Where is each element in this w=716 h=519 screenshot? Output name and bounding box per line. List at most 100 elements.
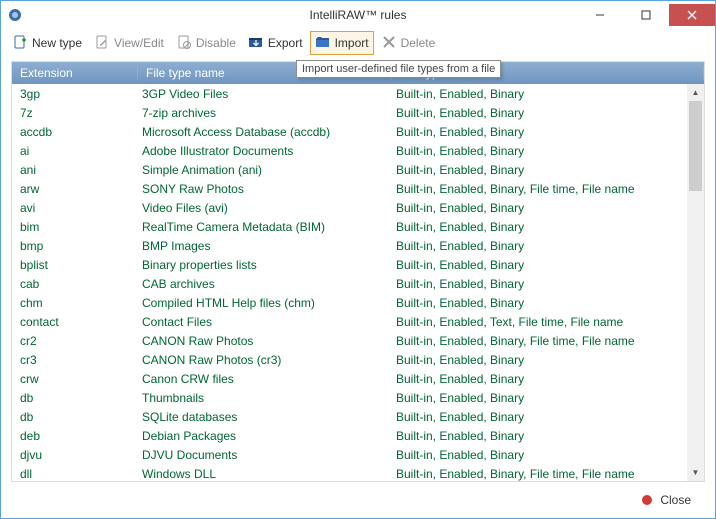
cell-name: Binary properties lists [138, 258, 392, 272]
table-row[interactable]: arwSONY Raw PhotosBuilt-in, Enabled, Bin… [12, 179, 704, 198]
table-row[interactable]: aiAdobe Illustrator DocumentsBuilt-in, E… [12, 141, 704, 160]
table-row[interactable]: cabCAB archivesBuilt-in, Enabled, Binary [12, 274, 704, 293]
import-button[interactable]: Import [310, 31, 374, 55]
table-row[interactable]: aniSimple Animation (ani)Built-in, Enabl… [12, 160, 704, 179]
content-area: Extension File type name File type featu… [1, 57, 715, 518]
toolbar: New type View/Edit Disable Export Import [1, 29, 715, 57]
cell-extension: deb [12, 429, 138, 443]
cell-features: Built-in, Enabled, Binary [392, 106, 704, 120]
table-row[interactable]: crwCanon CRW filesBuilt-in, Enabled, Bin… [12, 369, 704, 388]
cell-name: 3GP Video Files [138, 87, 392, 101]
cell-name: Adobe Illustrator Documents [138, 144, 392, 158]
vertical-scrollbar[interactable]: ▲ ▼ [687, 84, 704, 481]
table-row[interactable]: accdbMicrosoft Access Database (accdb)Bu… [12, 122, 704, 141]
table-row[interactable]: 7z7-zip archivesBuilt-in, Enabled, Binar… [12, 103, 704, 122]
table-row[interactable]: chmCompiled HTML Help files (chm)Built-i… [12, 293, 704, 312]
titlebar: IntelliRAW™ rules [1, 1, 715, 29]
cell-name: CAB archives [138, 277, 392, 291]
disable-label: Disable [196, 36, 236, 50]
cell-extension: cab [12, 277, 138, 291]
delete-icon [381, 34, 397, 53]
cell-features: Built-in, Enabled, Binary, File time, Fi… [392, 334, 704, 348]
cell-features: Built-in, Enabled, Binary [392, 201, 704, 215]
cell-name: Compiled HTML Help files (chm) [138, 296, 392, 310]
export-label: Export [268, 36, 303, 50]
close-window-button[interactable] [669, 4, 715, 26]
cell-features: Built-in, Enabled, Binary [392, 163, 704, 177]
cell-name: DJVU Documents [138, 448, 392, 462]
cell-extension: cr3 [12, 353, 138, 367]
table-row[interactable]: debDebian PackagesBuilt-in, Enabled, Bin… [12, 426, 704, 445]
cell-extension: contact [12, 315, 138, 329]
table-row[interactable]: aviVideo Files (avi)Built-in, Enabled, B… [12, 198, 704, 217]
table-row[interactable]: contactContact FilesBuilt-in, Enabled, T… [12, 312, 704, 331]
table-row[interactable]: bmpBMP ImagesBuilt-in, Enabled, Binary [12, 236, 704, 255]
table-row[interactable]: dllWindows DLLBuilt-in, Enabled, Binary,… [12, 464, 704, 481]
maximize-button[interactable] [623, 4, 669, 26]
view-edit-button[interactable]: View/Edit [89, 31, 169, 55]
cell-features: Built-in, Enabled, Text, File time, File… [392, 315, 704, 329]
cell-features: Built-in, Enabled, Binary [392, 239, 704, 253]
close-button[interactable]: Close [660, 493, 691, 507]
view-edit-label: View/Edit [114, 36, 164, 50]
new-type-label: New type [32, 36, 82, 50]
cell-name: Video Files (avi) [138, 201, 392, 215]
table-row[interactable]: cr2CANON Raw PhotosBuilt-in, Enabled, Bi… [12, 331, 704, 350]
table-row[interactable]: djvuDJVU DocumentsBuilt-in, Enabled, Bin… [12, 445, 704, 464]
cell-features: Built-in, Enabled, Binary [392, 410, 704, 424]
column-header-extension[interactable]: Extension [12, 66, 138, 80]
view-edit-icon [94, 34, 110, 53]
import-tooltip: Import user-defined file types from a fi… [296, 60, 501, 78]
cell-extension: db [12, 410, 138, 424]
cell-features: Built-in, Enabled, Binary [392, 372, 704, 386]
delete-button[interactable]: Delete [376, 31, 441, 55]
scroll-track[interactable] [687, 101, 704, 464]
cell-name: 7-zip archives [138, 106, 392, 120]
cell-name: RealTime Camera Metadata (BIM) [138, 220, 392, 234]
cell-extension: ani [12, 163, 138, 177]
table-row[interactable]: 3gp3GP Video FilesBuilt-in, Enabled, Bin… [12, 84, 704, 103]
cell-extension: accdb [12, 125, 138, 139]
close-icon [642, 495, 652, 505]
cell-name: Contact Files [138, 315, 392, 329]
cell-extension: bplist [12, 258, 138, 272]
cell-name: CANON Raw Photos [138, 334, 392, 348]
cell-extension: crw [12, 372, 138, 386]
new-type-button[interactable]: New type [7, 31, 87, 55]
cell-name: CANON Raw Photos (cr3) [138, 353, 392, 367]
table-row[interactable]: dbSQLite databasesBuilt-in, Enabled, Bin… [12, 407, 704, 426]
cell-name: Microsoft Access Database (accdb) [138, 125, 392, 139]
footer: Close [11, 482, 705, 518]
window-controls [577, 4, 715, 26]
cell-name: SQLite databases [138, 410, 392, 424]
table-row[interactable]: cr3CANON Raw Photos (cr3)Built-in, Enabl… [12, 350, 704, 369]
cell-extension: dll [12, 467, 138, 481]
scroll-down-button[interactable]: ▼ [687, 464, 704, 481]
scroll-thumb[interactable] [689, 101, 702, 191]
scroll-up-button[interactable]: ▲ [687, 84, 704, 101]
cell-extension: 7z [12, 106, 138, 120]
cell-extension: bim [12, 220, 138, 234]
cell-extension: cr2 [12, 334, 138, 348]
cell-extension: db [12, 391, 138, 405]
cell-extension: avi [12, 201, 138, 215]
cell-features: Built-in, Enabled, Binary [392, 258, 704, 272]
table-row[interactable]: bplistBinary properties listsBuilt-in, E… [12, 255, 704, 274]
cell-name: Windows DLL [138, 467, 392, 481]
cell-name: Debian Packages [138, 429, 392, 443]
new-type-icon [12, 34, 28, 53]
cell-features: Built-in, Enabled, Binary [392, 125, 704, 139]
disable-icon [176, 34, 192, 53]
disable-button[interactable]: Disable [171, 31, 241, 55]
export-button[interactable]: Export [243, 31, 308, 55]
cell-features: Built-in, Enabled, Binary [392, 429, 704, 443]
cell-extension: ai [12, 144, 138, 158]
minimize-button[interactable] [577, 4, 623, 26]
table-row[interactable]: dbThumbnailsBuilt-in, Enabled, Binary [12, 388, 704, 407]
cell-features: Built-in, Enabled, Binary [392, 391, 704, 405]
cell-name: BMP Images [138, 239, 392, 253]
cell-extension: djvu [12, 448, 138, 462]
cell-features: Built-in, Enabled, Binary [392, 220, 704, 234]
window: IntelliRAW™ rules New type View/Edit [0, 0, 716, 519]
table-row[interactable]: bimRealTime Camera Metadata (BIM)Built-i… [12, 217, 704, 236]
